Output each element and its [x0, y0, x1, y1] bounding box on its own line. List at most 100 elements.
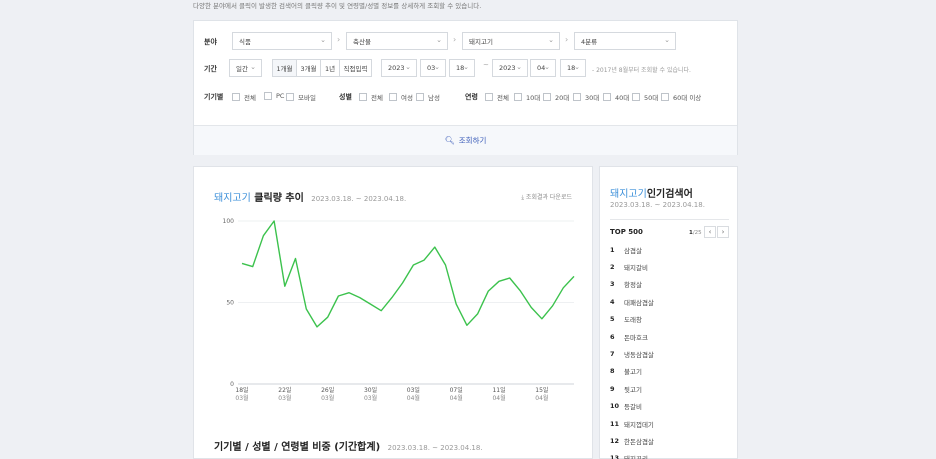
- rank-item[interactable]: 8 불고기: [610, 363, 729, 380]
- top-label: TOP 500: [610, 228, 643, 236]
- chevron-right-icon: ›: [565, 35, 569, 44]
- search-button[interactable]: 🔍︎ 조회하기: [194, 125, 737, 155]
- device-all-checkbox[interactable]: 전체: [232, 92, 256, 102]
- end-day-select[interactable]: 18 ⌄: [560, 59, 586, 77]
- gender-female-label: 여성: [401, 94, 413, 102]
- age-label: 연령: [465, 93, 478, 101]
- age-60plus-checkbox[interactable]: 60대 이상: [661, 92, 701, 102]
- gender-female-checkbox[interactable]: 여성: [389, 92, 413, 102]
- checkbox-icon: [485, 93, 493, 101]
- x-tick-label: 11일: [492, 386, 505, 394]
- rank-number: 11: [610, 419, 620, 428]
- ratio-section-title: 기기별 / 성별 / 연령별 비중 (기간합계) 2023.03.18. ~ 2…: [214, 438, 483, 453]
- field-select-1[interactable]: 식품 ⌄: [232, 32, 332, 50]
- rank-number: 6: [610, 332, 615, 341]
- field-select-2[interactable]: 축산물 ⌄: [346, 32, 448, 50]
- x-tick-month-label: 03월: [321, 394, 334, 402]
- field-select-3[interactable]: 돼지고기 ⌄: [462, 32, 560, 50]
- field-select-4[interactable]: 4분류 ⌄: [574, 32, 676, 50]
- x-tick-label: 18일: [235, 386, 248, 394]
- rank-title: 돼지고기인기검색어: [610, 185, 693, 200]
- gender-all-label: 전체: [371, 94, 383, 102]
- popular-keywords-card: 돼지고기인기검색어 2023.03.18. ~ 2023.04.18. TOP …: [599, 166, 738, 459]
- ratio-section-dates: 2023.03.18. ~ 2023.04.18.: [387, 444, 483, 452]
- rank-number: 12: [610, 436, 620, 445]
- filter-panel: 분야 식품 ⌄ › 축산물 ⌄ › 돼지고기 ⌄ › 4분류 ⌄ 기간 일간 ⌄ 1개월 …: [193, 20, 738, 155]
- rank-item[interactable]: 1 삼겹살: [610, 241, 729, 258]
- start-month-select[interactable]: 03 ⌄: [420, 59, 446, 77]
- period-3month-button[interactable]: 3개월: [296, 59, 321, 77]
- age-10s-checkbox[interactable]: 10대: [514, 92, 540, 102]
- y-tick-label: 100: [223, 218, 235, 225]
- rank-item[interactable]: 13 돼지꼬리: [610, 450, 729, 459]
- device-mobile-label: 모바일: [298, 94, 316, 102]
- chevron-right-icon: ›: [721, 228, 725, 236]
- chevron-down-icon: ⌄: [436, 36, 442, 44]
- divider: [610, 219, 729, 220]
- rank-number: 8: [610, 367, 615, 376]
- rank-number: 13: [610, 454, 620, 459]
- checkbox-icon: [514, 93, 522, 101]
- device-pc-checkbox[interactable]: PC: [264, 92, 284, 100]
- page-indicator: 1/25: [689, 230, 702, 236]
- x-tick-label: 07일: [450, 386, 463, 394]
- chevron-down-icon: ⌄: [320, 36, 326, 44]
- chevron-right-icon: ›: [453, 35, 457, 44]
- rank-list: 1 삼겹살 2 돼지갈비 3 항정살 4 대패삼겹살 5 도래창 6 돈마호크 7 냉동삼겹살 8 불고기 9 뒷…: [610, 241, 729, 459]
- age-50s-checkbox[interactable]: 50대: [632, 92, 658, 102]
- rank-term: 삼겹살: [624, 246, 642, 255]
- age-20s-checkbox[interactable]: 20대: [543, 92, 569, 102]
- x-tick-label: 30일: [364, 386, 377, 394]
- rank-item[interactable]: 6 돈마호크: [610, 328, 729, 345]
- search-button-label: 조회하기: [458, 136, 487, 145]
- end-month-select[interactable]: 04 ⌄: [530, 59, 556, 77]
- device-mobile-checkbox[interactable]: 모바일: [286, 92, 316, 102]
- rank-term: 등갈비: [624, 403, 642, 412]
- period-custom-button[interactable]: 직접입력: [339, 59, 372, 77]
- rank-item[interactable]: 10 등갈비: [610, 398, 729, 415]
- checkbox-icon: [264, 92, 272, 100]
- age-40s-label: 40대: [615, 94, 630, 102]
- y-tick-label: 0: [230, 381, 234, 388]
- period-unit-select[interactable]: 일간 ⌄: [229, 59, 262, 77]
- rank-item[interactable]: 3 항정살: [610, 276, 729, 293]
- gender-male-checkbox[interactable]: 남성: [416, 92, 440, 102]
- page-total: /25: [692, 230, 702, 236]
- period-unit-value: 일간: [236, 65, 248, 73]
- chevron-right-icon: ›: [337, 35, 341, 44]
- rank-term: 돼지껍데기: [624, 420, 654, 429]
- range-separator: ~: [483, 61, 489, 69]
- checkbox-icon: [632, 93, 640, 101]
- chevron-left-icon: ‹: [708, 228, 712, 236]
- rank-item[interactable]: 5 도래창: [610, 311, 729, 328]
- rank-item[interactable]: 11 돼지껍데기: [610, 415, 729, 432]
- chevron-down-icon: ⌄: [548, 36, 554, 44]
- end-year-value: 2023: [499, 64, 516, 72]
- rank-number: 4: [610, 297, 615, 306]
- end-year-select[interactable]: 2023 ⌄: [492, 59, 528, 77]
- prev-page-button[interactable]: ‹: [704, 226, 716, 238]
- age-30s-checkbox[interactable]: 30대: [573, 92, 599, 102]
- rank-item[interactable]: 12 한돈삼겹살: [610, 432, 729, 449]
- rank-keyword: 돼지고기: [610, 189, 647, 200]
- checkbox-icon: [232, 93, 240, 101]
- gender-all-checkbox[interactable]: 전체: [359, 92, 383, 102]
- next-page-button[interactable]: ›: [717, 226, 729, 238]
- device-label: 기기별: [204, 93, 224, 101]
- start-day-select[interactable]: 18 ⌄: [449, 59, 475, 77]
- rank-term: 돼지갈비: [624, 264, 648, 273]
- rank-item[interactable]: 7 냉동삼겹살: [610, 345, 729, 362]
- rank-term: 돈마호크: [624, 333, 648, 342]
- rank-item[interactable]: 4 대패삼겹살: [610, 293, 729, 310]
- start-year-select[interactable]: 2023 ⌄: [381, 59, 417, 77]
- period-1month-button[interactable]: 1개월: [272, 59, 297, 77]
- rank-item[interactable]: 2 돼지갈비: [610, 258, 729, 275]
- age-40s-checkbox[interactable]: 40대: [603, 92, 629, 102]
- period-label: 기간: [204, 65, 217, 73]
- age-all-checkbox[interactable]: 전체: [485, 92, 509, 102]
- checkbox-icon: [661, 93, 669, 101]
- rank-item[interactable]: 9 뒷고기: [610, 380, 729, 397]
- age-50s-label: 50대: [644, 94, 659, 102]
- rank-term: 한돈삼겹살: [624, 437, 654, 446]
- period-1year-button[interactable]: 1년: [320, 59, 340, 77]
